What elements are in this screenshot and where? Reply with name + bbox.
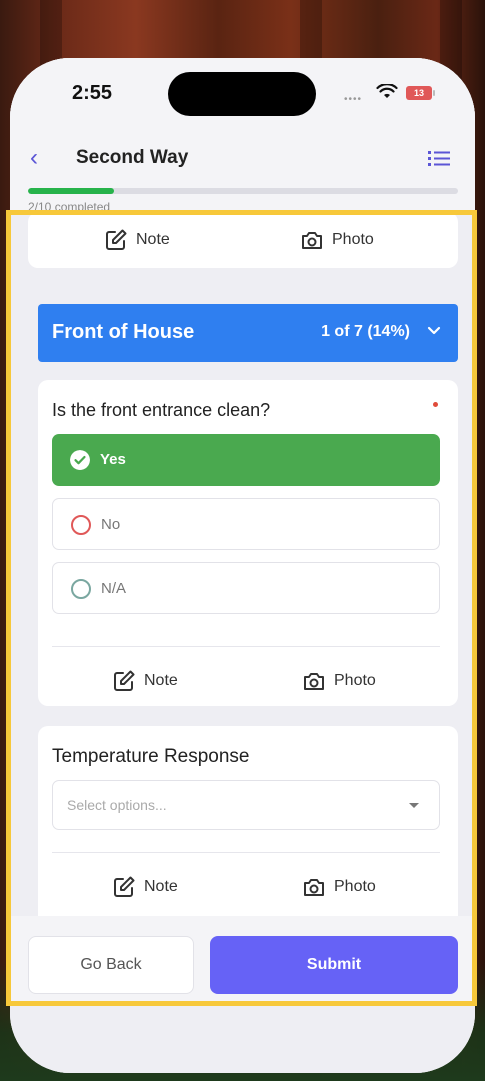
- photo-button[interactable]: Photo: [300, 215, 374, 265]
- camera-icon: [304, 673, 324, 690]
- wifi-icon: [376, 84, 398, 98]
- photo-label: Photo: [332, 231, 374, 248]
- previous-question-card: Note Photo: [28, 212, 458, 268]
- option-na-label: N/A: [101, 580, 127, 597]
- required-indicator: [433, 402, 438, 407]
- back-chevron-icon[interactable]: ‹: [30, 144, 54, 172]
- temperature-select[interactable]: Select options...: [52, 780, 440, 830]
- nav-header: ‹ Second Way: [10, 130, 475, 186]
- note-icon: [106, 229, 127, 250]
- camera-icon: [302, 232, 322, 249]
- action-row: Note Photo: [28, 215, 458, 265]
- note-label: Note: [144, 878, 178, 895]
- status-bar: 2:55 •••• 13: [10, 58, 475, 130]
- go-back-button[interactable]: Go Back: [28, 936, 194, 994]
- submit-button[interactable]: Submit: [210, 936, 458, 994]
- note-button[interactable]: Note: [112, 656, 178, 706]
- dynamic-island: [168, 72, 316, 116]
- signal-icon: ••••: [344, 94, 363, 105]
- radio-icon: [71, 515, 91, 535]
- note-label: Note: [136, 231, 170, 248]
- caret-down-icon: [409, 803, 419, 808]
- section-count: 1 of 7 (14%): [321, 323, 410, 340]
- select-placeholder: Select options...: [67, 797, 167, 813]
- note-icon: [114, 876, 135, 897]
- photo-button[interactable]: Photo: [302, 862, 376, 912]
- photo-button[interactable]: Photo: [302, 656, 376, 706]
- note-icon: [114, 670, 135, 691]
- temperature-label: Temperature Response: [52, 746, 250, 767]
- question-text: Is the front entrance clean?: [52, 400, 271, 420]
- progress-track: [28, 188, 458, 194]
- chevron-down-icon: [427, 326, 441, 335]
- option-na[interactable]: N/A: [52, 562, 440, 614]
- list-icon[interactable]: [428, 148, 450, 168]
- status-time: 2:55: [72, 82, 113, 104]
- progress-area: 2/10 completed: [10, 186, 475, 214]
- camera-icon: [304, 879, 324, 896]
- option-no[interactable]: No: [52, 498, 440, 550]
- divider: [52, 646, 440, 647]
- note-button[interactable]: Note: [104, 215, 170, 265]
- option-no-label: No: [101, 516, 121, 533]
- progress-fill: [28, 188, 114, 194]
- section-title: Front of House: [52, 321, 195, 343]
- footer-bar: Go Back Submit: [10, 916, 475, 1006]
- option-yes-label: Yes: [100, 451, 126, 468]
- divider: [52, 852, 440, 853]
- option-yes[interactable]: Yes: [52, 434, 440, 486]
- radio-icon: [71, 579, 91, 599]
- page-title: Second Way: [76, 147, 189, 168]
- photo-label: Photo: [334, 878, 376, 895]
- note-button[interactable]: Note: [112, 862, 178, 912]
- section-header[interactable]: Front of House 1 of 7 (14%): [38, 304, 458, 362]
- app-screen: 2:55 •••• 13 ‹ Second Way 2/10 completed…: [10, 58, 475, 1073]
- battery-icon: 13: [406, 86, 435, 100]
- phone-frame: 2:55 •••• 13 ‹ Second Way 2/10 completed…: [10, 58, 475, 1073]
- note-label: Note: [144, 672, 178, 689]
- check-circle-icon: [70, 450, 90, 470]
- photo-label: Photo: [334, 672, 376, 689]
